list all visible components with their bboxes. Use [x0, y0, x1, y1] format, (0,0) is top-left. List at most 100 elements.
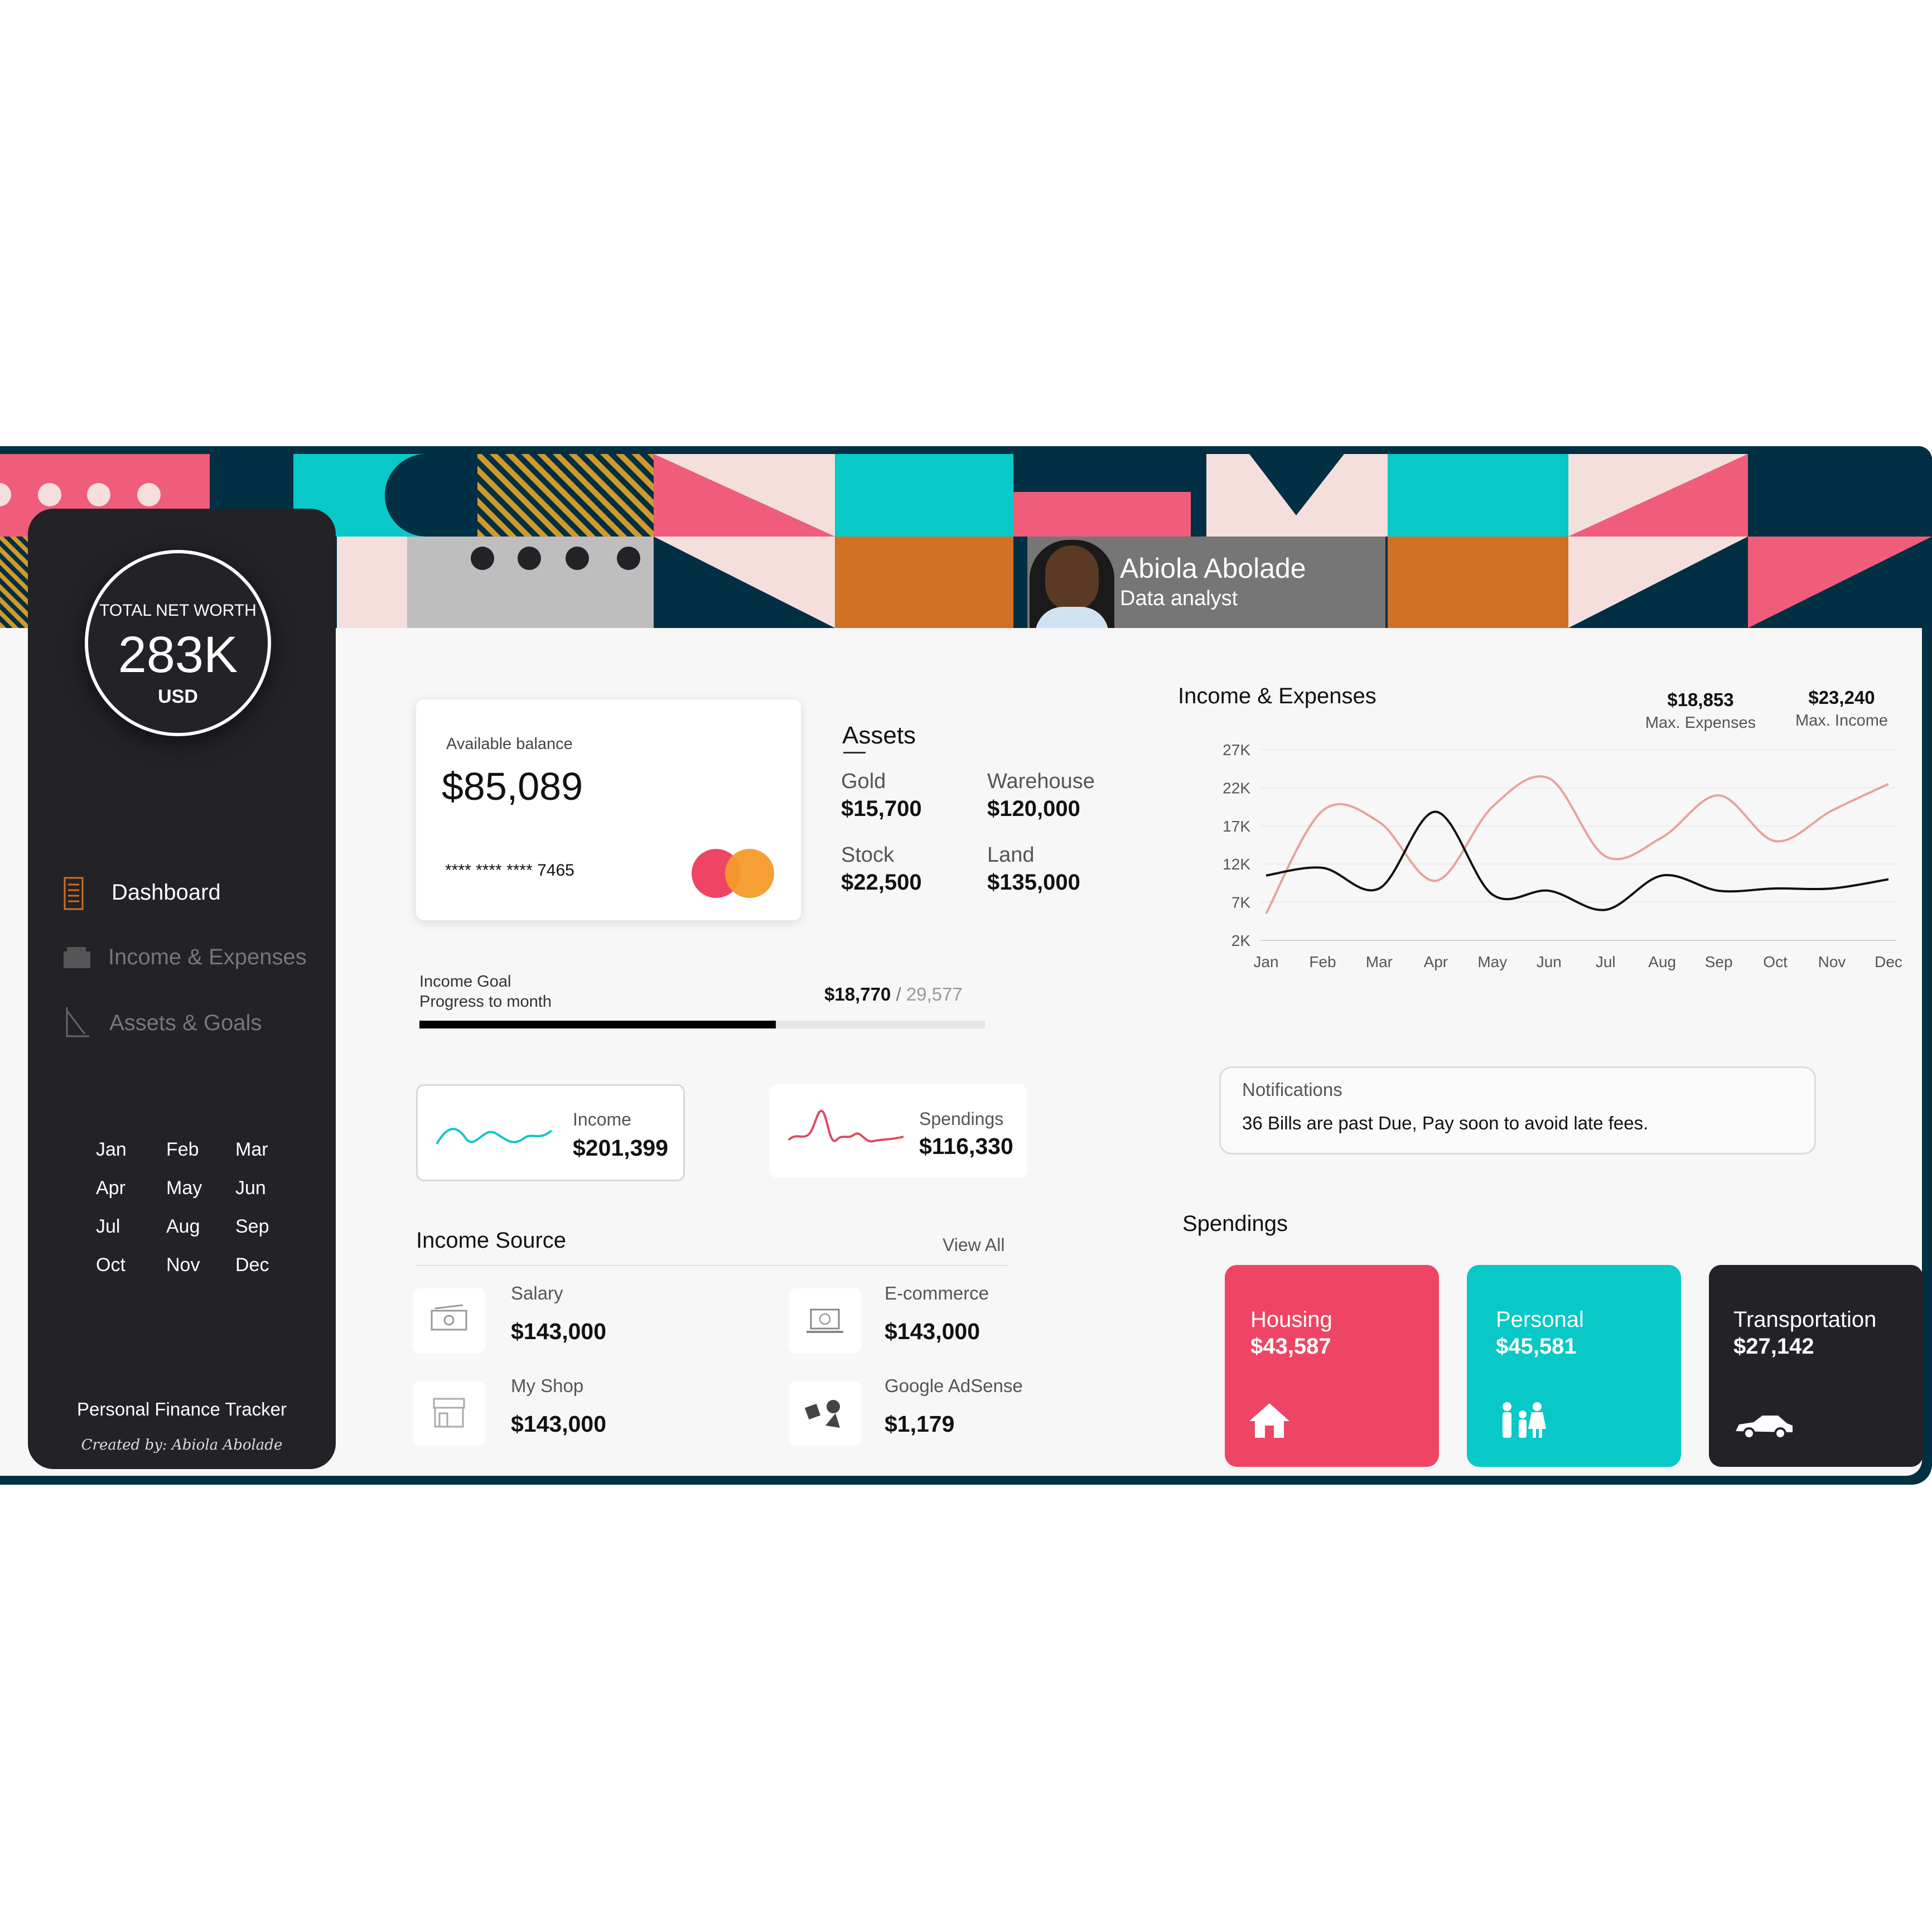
- balance-value: $85,089: [442, 765, 583, 808]
- x-tick-label: Nov: [1818, 953, 1846, 970]
- assets-title: Assets: [842, 722, 916, 749]
- y-tick-label: 17K: [1223, 818, 1250, 835]
- spending-label: Personal: [1496, 1307, 1584, 1332]
- month-slicer: Jan Feb Mar Apr May Jun Jul Aug Sep Oct Nov Dec: [28, 1139, 336, 1306]
- max-income: $23,240 Max. Income: [1786, 687, 1897, 730]
- max-expenses-value: $18,853: [1667, 689, 1734, 710]
- nav-label: Dashboard: [112, 880, 221, 905]
- banner-dot: [518, 547, 541, 570]
- income-source-item[interactable]: My Shop $143,000: [413, 1375, 755, 1451]
- view-all-link[interactable]: View All: [943, 1235, 1004, 1255]
- x-tick-label: Jul: [1596, 953, 1616, 970]
- month-button-sep[interactable]: Sep: [235, 1216, 286, 1238]
- banner-dot: [566, 547, 589, 570]
- income-source-item[interactable]: E-commerce $143,000: [789, 1283, 1112, 1359]
- notifications-panel[interactable]: Notifications 36 Bills are past Due, Pay…: [1219, 1066, 1816, 1155]
- x-tick-label: Sep: [1705, 953, 1733, 970]
- wallet-icon: [64, 947, 90, 968]
- month-button-jan[interactable]: Jan: [96, 1139, 146, 1161]
- month-button-jul[interactable]: Jul: [96, 1216, 146, 1238]
- balance-card[interactable]: Available balance $85,089 **** **** ****…: [416, 699, 801, 920]
- net-worth-value: 283K: [118, 626, 238, 683]
- assets-title-underline: [843, 752, 866, 754]
- y-tick-label: 12K: [1223, 856, 1250, 873]
- month-button-oct[interactable]: Oct: [96, 1254, 146, 1276]
- banner-block: [337, 537, 407, 628]
- spending-value: $27,142: [1733, 1334, 1814, 1359]
- month-button-jun[interactable]: Jun: [235, 1177, 286, 1199]
- spending-value: $43,587: [1250, 1334, 1331, 1359]
- asset-label: Warehouse: [987, 770, 1095, 793]
- spendings-card-value: $116,330: [919, 1133, 1013, 1159]
- month-button-mar[interactable]: Mar: [235, 1139, 286, 1161]
- month-button-dec[interactable]: Dec: [235, 1254, 286, 1276]
- income-goal-target: 29,577: [906, 984, 963, 1004]
- asset-value: $135,000: [987, 870, 1080, 895]
- x-tick-label: Feb: [1309, 953, 1336, 970]
- x-tick-label: Jan: [1253, 953, 1278, 970]
- income-source-label: My Shop: [511, 1375, 584, 1396]
- asset-label: Gold: [841, 770, 886, 793]
- banner-dot: [87, 483, 110, 506]
- y-tick-label: 27K: [1223, 741, 1250, 759]
- x-tick-label: Apr: [1424, 953, 1448, 970]
- income-source-item[interactable]: Salary $143,000: [413, 1283, 755, 1359]
- profile-name: Abiola Abolade: [1120, 553, 1306, 584]
- income-goal-values: $18,770 / 29,577: [824, 984, 963, 1005]
- income-source-value: $143,000: [511, 1411, 607, 1437]
- income-source-label: Google AdSense: [885, 1375, 1023, 1396]
- spendings-card-label: Spendings: [919, 1109, 1004, 1129]
- asset-value: $15,700: [841, 796, 922, 821]
- income-card[interactable]: Income $201,399: [416, 1084, 685, 1181]
- car-icon: [1736, 1416, 1793, 1440]
- month-button-aug[interactable]: Aug: [166, 1216, 216, 1238]
- income-goal-current: $18,770: [824, 984, 891, 1004]
- nav-item-assets-goals[interactable]: Assets & Goals: [62, 1003, 330, 1042]
- money-icon: [413, 1288, 485, 1353]
- banner-stripes: [477, 454, 654, 537]
- asset-value: $120,000: [987, 796, 1080, 821]
- banner-dot: [38, 483, 61, 506]
- month-button-feb[interactable]: Feb: [166, 1139, 216, 1161]
- spending-value: $45,581: [1496, 1334, 1577, 1359]
- chart-title: Income & Expenses: [1178, 684, 1376, 708]
- spendings-card[interactable]: Spendings $116,330: [770, 1084, 1027, 1178]
- income-goal-separator: /: [896, 984, 901, 1004]
- series-line-0: [1265, 775, 1889, 915]
- nav-item-income-expenses[interactable]: Income & Expenses: [62, 938, 330, 977]
- divider: [416, 1265, 1008, 1266]
- nav-item-dashboard[interactable]: Dashboard: [62, 873, 330, 912]
- income-card-label: Income: [573, 1109, 631, 1129]
- shapes-icon: [789, 1381, 861, 1446]
- mastercard-icon: [725, 849, 774, 898]
- max-expenses-label: Max. Expenses: [1645, 714, 1756, 732]
- income-source-item[interactable]: Google AdSense $1,179: [789, 1375, 1112, 1451]
- banner-dot: [471, 547, 494, 570]
- income-source-label: E-commerce: [885, 1283, 989, 1303]
- month-button-nov[interactable]: Nov: [166, 1254, 216, 1276]
- asset-label: Stock: [841, 843, 895, 867]
- spending-tile-transportation[interactable]: Transportation $27,142: [1709, 1265, 1923, 1467]
- profile-header[interactable]: Abiola Abolade Data analyst: [1027, 537, 1385, 628]
- family-icon: [1503, 1402, 1546, 1438]
- income-source-value: $143,000: [511, 1318, 607, 1344]
- income-goal-label: Income Goal: [419, 973, 511, 991]
- credit: Created by: Abiola Abolade: [81, 1437, 283, 1453]
- notifications-message: 36 Bills are past Due, Pay soon to avoid…: [1242, 1113, 1649, 1133]
- x-tick-label: Mar: [1366, 953, 1393, 970]
- nav-label: Income & Expenses: [108, 945, 307, 969]
- month-button-may[interactable]: May: [166, 1177, 216, 1199]
- banner-dot: [617, 547, 640, 570]
- spending-tile-housing[interactable]: Housing $43,587: [1225, 1265, 1439, 1467]
- spending-tile-personal[interactable]: Personal $45,581: [1467, 1265, 1681, 1467]
- goal-icon: [66, 1007, 89, 1037]
- month-button-apr[interactable]: Apr: [96, 1177, 146, 1199]
- y-tick-label: 2K: [1231, 932, 1251, 949]
- x-tick-label: Jun: [1537, 953, 1562, 970]
- income-expenses-chart: 2K 7K 12K 17K 22K 27K Jan Feb Mar Apr May Jun Jul Aug…: [1223, 741, 1902, 970]
- income-card-value: $201,399: [573, 1135, 669, 1161]
- balance-label: Available balance: [446, 735, 573, 753]
- x-tick-label: May: [1477, 953, 1507, 970]
- income-source-value: $1,179: [885, 1411, 955, 1437]
- list-icon: [64, 877, 84, 910]
